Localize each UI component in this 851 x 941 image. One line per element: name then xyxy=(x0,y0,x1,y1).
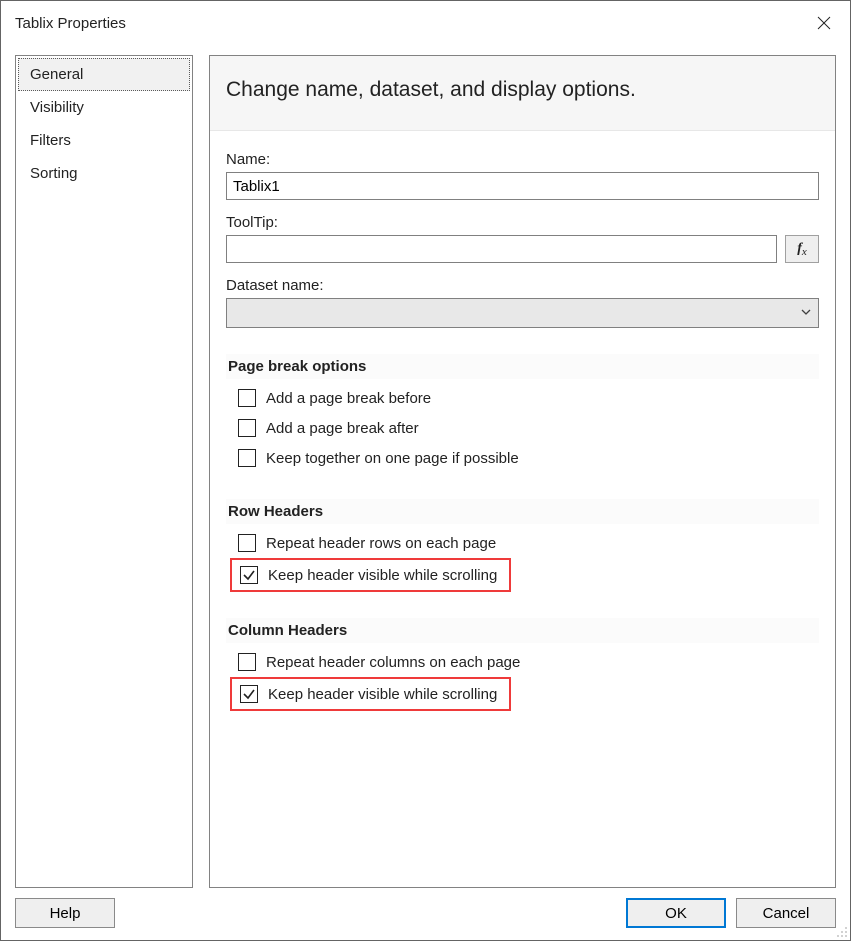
option-label: Add a page break before xyxy=(266,390,431,407)
option-repeat-header-columns[interactable]: Repeat header columns on each page xyxy=(226,647,819,677)
sidebar-tab-label: Visibility xyxy=(30,99,84,116)
window-title: Tablix Properties xyxy=(15,15,802,32)
close-button[interactable] xyxy=(802,3,846,43)
option-keep-together[interactable]: Keep together on one page if possible xyxy=(226,443,819,473)
titlebar: Tablix Properties xyxy=(1,1,850,45)
button-label: Cancel xyxy=(763,905,810,922)
option-keep-column-header-visible[interactable]: Keep header visible while scrolling xyxy=(232,679,499,709)
option-label: Repeat header columns on each page xyxy=(266,654,520,671)
dataset-dropdown[interactable] xyxy=(226,298,819,328)
checkbox[interactable] xyxy=(240,685,258,703)
section-column-headers: Column Headers Repeat header columns on … xyxy=(226,618,819,711)
sidebar-tab-label: Sorting xyxy=(30,165,78,182)
tooltip-input[interactable] xyxy=(226,235,777,263)
fx-icon: fx xyxy=(797,241,807,257)
checkbox[interactable] xyxy=(238,419,256,437)
ok-button[interactable]: OK xyxy=(626,898,726,928)
button-label: OK xyxy=(665,905,687,922)
chevron-down-icon xyxy=(800,305,812,322)
section-page-break: Page break options Add a page break befo… xyxy=(226,354,819,473)
option-label: Add a page break after xyxy=(266,420,419,437)
tooltip-label: ToolTip: xyxy=(226,214,819,231)
help-button[interactable]: Help xyxy=(15,898,115,928)
sidebar-tab-label: Filters xyxy=(30,132,71,149)
section-title: Row Headers xyxy=(226,499,819,524)
sidebar-tab-label: General xyxy=(30,66,83,83)
sidebar-tab-sorting[interactable]: Sorting xyxy=(18,157,190,190)
expression-button[interactable]: fx xyxy=(785,235,819,263)
content-panel: Change name, dataset, and display option… xyxy=(209,55,836,888)
panel-body: Name: ToolTip: fx Dataset name: xyxy=(210,131,835,887)
option-label: Keep together on one page if possible xyxy=(266,450,519,467)
dialog-body: General Visibility Filters Sorting Chang… xyxy=(1,45,850,894)
checkbox[interactable] xyxy=(238,534,256,552)
checkbox[interactable] xyxy=(238,389,256,407)
option-label: Keep header visible while scrolling xyxy=(268,686,497,703)
checkbox[interactable] xyxy=(238,449,256,467)
panel-heading: Change name, dataset, and display option… xyxy=(210,56,835,131)
option-keep-row-header-visible[interactable]: Keep header visible while scrolling xyxy=(232,560,499,590)
close-icon xyxy=(817,16,831,30)
resize-grip-icon[interactable] xyxy=(834,924,848,938)
name-input[interactable] xyxy=(226,172,819,200)
section-title: Column Headers xyxy=(226,618,819,643)
cancel-button[interactable]: Cancel xyxy=(736,898,836,928)
sidebar-tab-visibility[interactable]: Visibility xyxy=(18,91,190,124)
option-label: Repeat header rows on each page xyxy=(266,535,496,552)
option-page-break-after[interactable]: Add a page break after xyxy=(226,413,819,443)
name-label: Name: xyxy=(226,151,819,168)
option-repeat-header-rows[interactable]: Repeat header rows on each page xyxy=(226,528,819,558)
dialog-footer: Help OK Cancel xyxy=(1,894,850,940)
checkbox[interactable] xyxy=(240,566,258,584)
section-row-headers: Row Headers Repeat header rows on each p… xyxy=(226,499,819,592)
highlight-annotation: Keep header visible while scrolling xyxy=(230,677,511,711)
option-label: Keep header visible while scrolling xyxy=(268,567,497,584)
sidebar-tab-general[interactable]: General xyxy=(18,58,190,91)
checkbox[interactable] xyxy=(238,653,256,671)
section-title: Page break options xyxy=(226,354,819,379)
option-page-break-before[interactable]: Add a page break before xyxy=(226,383,819,413)
dataset-label: Dataset name: xyxy=(226,277,819,294)
sidebar: General Visibility Filters Sorting xyxy=(15,55,193,888)
sidebar-tab-filters[interactable]: Filters xyxy=(18,124,190,157)
highlight-annotation: Keep header visible while scrolling xyxy=(230,558,511,592)
button-label: Help xyxy=(50,905,81,922)
dialog-window: Tablix Properties General Visibility Fil… xyxy=(0,0,851,941)
